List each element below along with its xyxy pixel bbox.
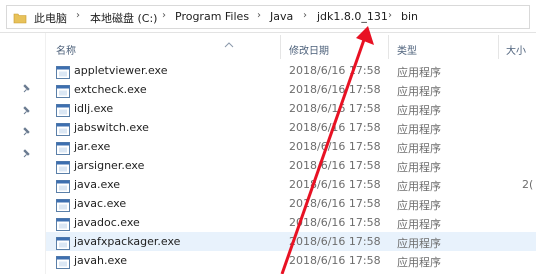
column-header-row: 名称 修改日期 类型 大小 [46, 33, 536, 61]
column-header-modified[interactable]: 修改日期 [289, 42, 329, 57]
file-name: jar.exe [74, 140, 111, 153]
exe-file-icon [56, 216, 70, 231]
file-row[interactable]: javafxpackager.exe 2018/6/16 17:58 应用程序 [46, 232, 536, 251]
file-row[interactable]: javac.exe 2018/6/16 17:58 应用程序 [46, 194, 536, 213]
file-modified-date: 2018/6/16 17:58 [289, 83, 381, 96]
breadcrumb-bin[interactable]: bin [401, 10, 418, 23]
file-size: 2( [522, 178, 534, 191]
file-type: 应用程序 [397, 218, 441, 231]
file-type: 应用程序 [397, 123, 441, 136]
pin-icon[interactable] [23, 121, 32, 140]
exe-file-icon [56, 159, 70, 174]
chevron-right-icon[interactable]: › [162, 10, 166, 21]
breadcrumb[interactable]: 此电脑 › 本地磁盘 (C:) › Program Files › Java ›… [6, 5, 530, 29]
pin-icon[interactable] [23, 143, 32, 162]
file-row[interactable]: java.exe 2018/6/16 17:58 应用程序 2( [46, 175, 536, 194]
exe-file-icon [56, 197, 70, 212]
file-modified-date: 2018/6/16 17:58 [289, 197, 381, 210]
column-divider[interactable] [280, 35, 281, 59]
file-modified-date: 2018/6/16 17:58 [289, 140, 381, 153]
file-row[interactable]: idlj.exe 2018/6/16 17:58 应用程序 [46, 99, 536, 118]
file-row[interactable]: extcheck.exe 2018/6/16 17:58 应用程序 [46, 80, 536, 99]
file-row[interactable]: jarsigner.exe 2018/6/16 17:58 应用程序 [46, 156, 536, 175]
file-row[interactable]: javah.exe 2018/6/16 17:58 应用程序 [46, 251, 536, 270]
folder-icon [13, 10, 27, 29]
file-type: 应用程序 [397, 161, 441, 174]
file-row[interactable]: appletviewer.exe 2018/6/16 17:58 应用程序 [46, 61, 536, 80]
file-type: 应用程序 [397, 66, 441, 79]
exe-file-icon [56, 102, 70, 117]
file-type: 应用程序 [397, 180, 441, 193]
file-modified-date: 2018/6/16 17:58 [289, 64, 381, 77]
file-name: javadoc.exe [74, 216, 140, 229]
pin-icon[interactable] [23, 100, 32, 119]
file-name: jarsigner.exe [74, 159, 145, 172]
file-modified-date: 2018/6/16 17:58 [289, 254, 381, 267]
file-modified-date: 2018/6/16 17:58 [289, 216, 381, 229]
file-type: 应用程序 [397, 104, 441, 117]
file-modified-date: 2018/6/16 17:58 [289, 121, 381, 134]
file-type: 应用程序 [397, 199, 441, 212]
column-header-size[interactable]: 大小 [506, 42, 526, 57]
chevron-right-icon[interactable]: › [257, 10, 261, 21]
navigation-pane [0, 33, 46, 274]
sort-ascending-icon [224, 33, 234, 52]
column-divider[interactable] [498, 35, 499, 59]
column-header-type[interactable]: 类型 [397, 42, 417, 57]
column-divider[interactable] [388, 35, 389, 59]
breadcrumb-java[interactable]: Java [270, 10, 293, 23]
file-row[interactable]: javadoc.exe 2018/6/16 17:58 应用程序 [46, 213, 536, 232]
pin-icon[interactable] [23, 78, 32, 97]
chevron-right-icon[interactable]: › [76, 10, 80, 21]
file-row[interactable]: jabswitch.exe 2018/6/16 17:58 应用程序 [46, 118, 536, 137]
chevron-right-icon[interactable]: › [388, 10, 392, 21]
address-bar: 此电脑 › 本地磁盘 (C:) › Program Files › Java ›… [0, 0, 536, 33]
file-name: javah.exe [74, 254, 128, 267]
file-type: 应用程序 [397, 142, 441, 155]
exe-file-icon [56, 121, 70, 136]
exe-file-icon [56, 64, 70, 79]
column-header-name[interactable]: 名称 [56, 42, 76, 57]
file-type: 应用程序 [397, 237, 441, 250]
chevron-right-icon[interactable]: › [303, 10, 307, 21]
breadcrumb-program-files[interactable]: Program Files [175, 10, 249, 23]
file-modified-date: 2018/6/16 17:58 [289, 235, 381, 248]
file-name: javafxpackager.exe [74, 235, 181, 248]
file-name: idlj.exe [74, 102, 114, 115]
breadcrumb-jdk[interactable]: jdk1.8.0_131 [317, 10, 388, 23]
file-row[interactable]: jar.exe 2018/6/16 17:58 应用程序 [46, 137, 536, 156]
exe-file-icon [56, 178, 70, 193]
file-type: 应用程序 [397, 85, 441, 98]
exe-file-icon [56, 254, 70, 269]
file-modified-date: 2018/6/16 17:58 [289, 178, 381, 191]
exe-file-icon [56, 140, 70, 155]
exe-file-icon [56, 83, 70, 98]
file-name: javac.exe [74, 197, 127, 210]
file-type: 应用程序 [397, 256, 441, 269]
file-name: java.exe [74, 178, 121, 191]
file-modified-date: 2018/6/16 17:58 [289, 159, 381, 172]
breadcrumb-local-disk[interactable]: 本地磁盘 (C:) [90, 10, 157, 26]
exe-file-icon [56, 235, 70, 250]
file-name: appletviewer.exe [74, 64, 168, 77]
file-name: extcheck.exe [74, 83, 147, 96]
file-modified-date: 2018/6/16 17:58 [289, 102, 381, 115]
file-name: jabswitch.exe [74, 121, 149, 134]
breadcrumb-this-pc[interactable]: 此电脑 [34, 10, 67, 26]
